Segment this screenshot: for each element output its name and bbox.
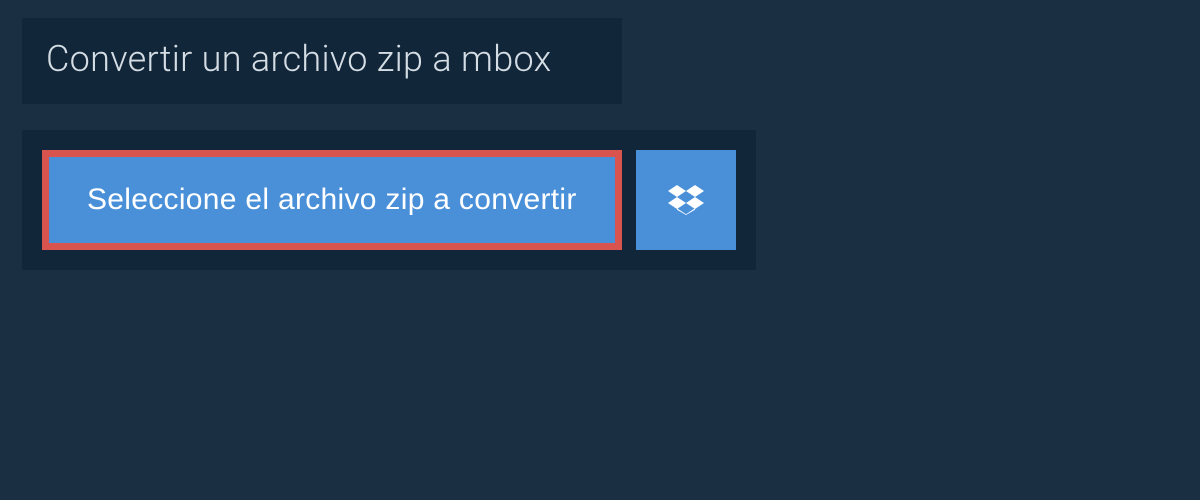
select-file-label: Seleccione el archivo zip a convertir [87,183,577,217]
dropbox-icon [668,182,704,218]
select-file-button[interactable]: Seleccione el archivo zip a convertir [42,150,622,250]
dropbox-button[interactable] [636,150,736,250]
title-bar: Convertir un archivo zip a mbox [22,18,622,104]
action-panel: Seleccione el archivo zip a convertir [22,130,756,270]
page-container: Convertir un archivo zip a mbox Seleccio… [0,0,1200,500]
page-title: Convertir un archivo zip a mbox [46,38,596,80]
